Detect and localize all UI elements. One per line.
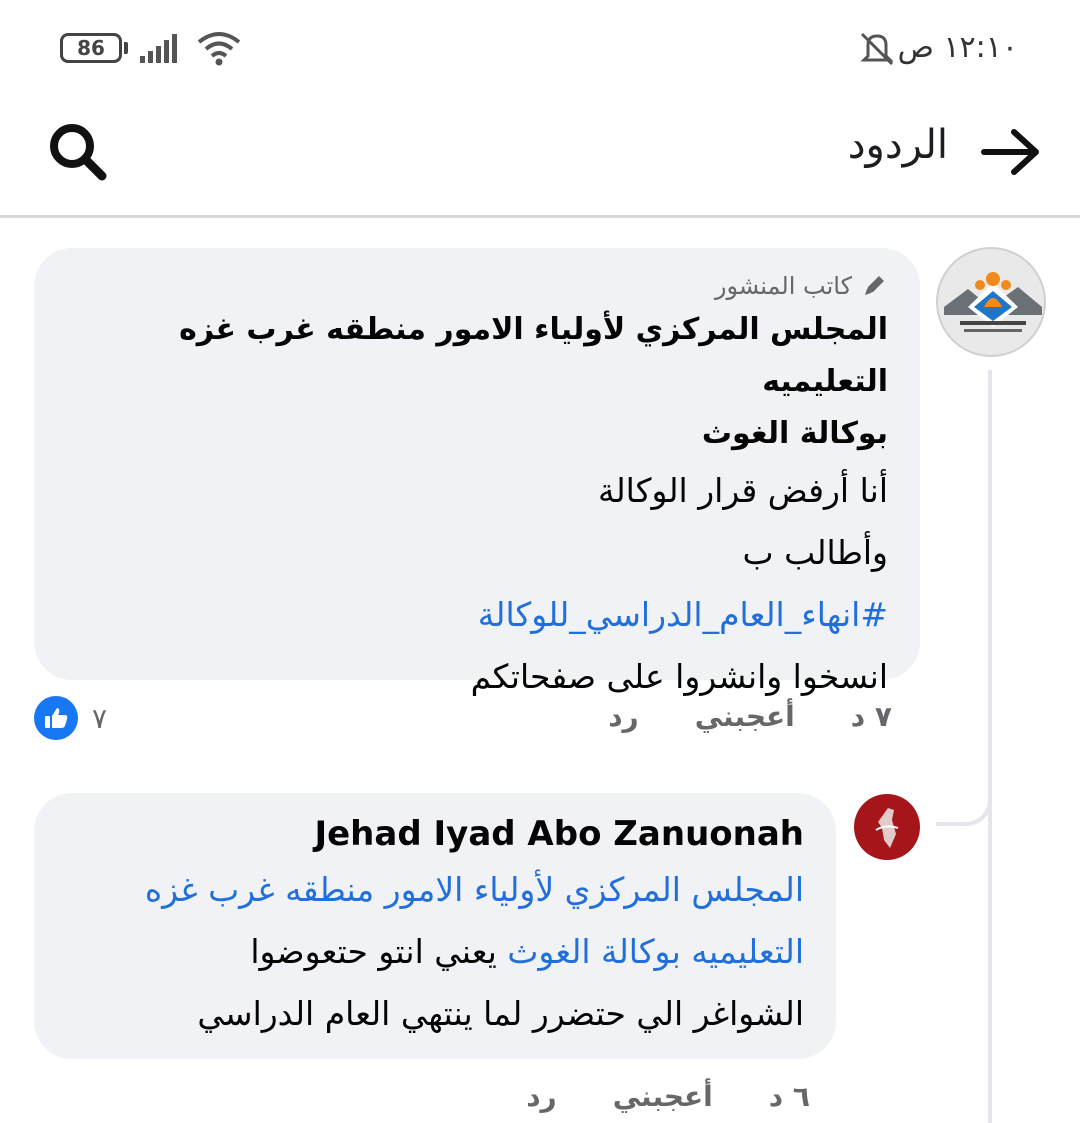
arrow-right-icon[interactable]: [980, 124, 1044, 180]
author-badge: كاتب المنشور: [62, 268, 888, 304]
reply-bubble: Jehad Iyad Abo Zanuonah المجلس المركزي ل…: [34, 793, 836, 1059]
thread-line: [988, 370, 992, 1123]
mention-link[interactable]: المجلس المركزي لأولياء الامور منطقه غرب …: [145, 870, 804, 909]
hashtag-link[interactable]: #انهاء_العام_الدراسي_للوكالة: [62, 584, 888, 646]
comment-text-line: أنا أرفض قرار الوكالة: [597, 471, 888, 510]
reply-time: ٦ د: [768, 1080, 810, 1113]
thread-branch: [936, 790, 992, 826]
reply-text-line: الشواغر الي حتضرر لما ينتهي العام الدراس…: [197, 994, 804, 1033]
author-badge-label: كاتب المنشور: [714, 272, 852, 300]
like-button[interactable]: أعجبني: [613, 1080, 713, 1113]
page-title: الردود: [847, 122, 948, 168]
app-header: الردود: [0, 96, 1080, 218]
reply-text: يعني انتو حتعوضوا: [250, 932, 508, 971]
reply-actions: ٦ د أعجبني رد: [526, 1080, 810, 1113]
reply-text-line: المجلس المركزي لأولياء الامور منطقه غرب …: [62, 859, 804, 921]
search-icon[interactable]: [46, 120, 110, 184]
reply-author-name[interactable]: Jehad Iyad Abo Zanuonah: [62, 809, 804, 859]
comment-bubble: كاتب المنشور المجلس المركزي لأولياء الام…: [34, 248, 920, 696]
pencil-icon: [865, 276, 884, 295]
signal-icon: [140, 34, 177, 63]
status-bar: 86 ١٢:١٠ ص: [0, 0, 1080, 96]
comment-author-name[interactable]: المجلس المركزي لأولياء الامور منطقه غرب …: [62, 304, 888, 460]
mute-icon: [860, 32, 894, 66]
council-logo-icon: [944, 272, 1042, 332]
wifi-icon: [197, 32, 241, 66]
mention-link[interactable]: التعليميه بوكالة الغوث: [507, 932, 804, 971]
like-button[interactable]: أعجبني: [695, 700, 795, 733]
reaction-count: ٧: [92, 701, 108, 735]
comment-time: ٧ د: [850, 700, 892, 733]
comment-text-line: انسخوا وانشروا على صفحاتكم: [470, 657, 888, 696]
map-emblem-icon: [875, 808, 899, 848]
reply-text-line: التعليميه بوكالة الغوث يعني انتو حتعوضوا: [62, 921, 804, 983]
battery-icon: 86: [60, 33, 122, 63]
reply-button[interactable]: رد: [526, 1080, 557, 1113]
author-name-line: المجلس المركزي لأولياء الامور منطقه غرب …: [179, 312, 888, 399]
comment-actions: ٧ د أعجبني رد: [608, 700, 892, 733]
reply-button[interactable]: رد: [608, 700, 639, 733]
like-reaction-icon: [34, 696, 78, 740]
clock: ١٢:١٠ ص: [897, 30, 1018, 65]
battery-level: 86: [77, 36, 105, 60]
reaction-summary[interactable]: ٧: [34, 696, 107, 740]
avatar[interactable]: [936, 247, 1046, 357]
comment-text-line: وأطالب ب: [742, 533, 888, 572]
avatar[interactable]: [854, 794, 920, 860]
author-name-line: بوكالة الغوث: [701, 416, 888, 451]
battery-tip: [124, 42, 128, 54]
